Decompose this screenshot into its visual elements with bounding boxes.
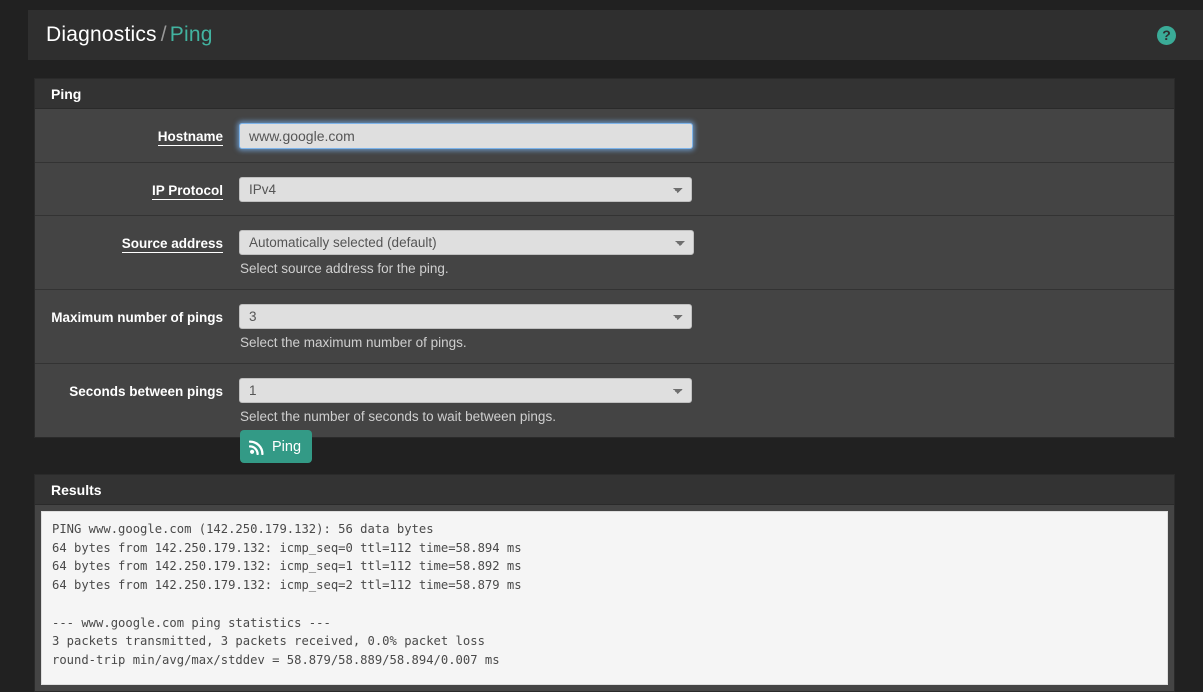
ping-panel-title: Ping	[51, 85, 82, 102]
control-seconds-between-pings: 1 Select the number of seconds to wait b…	[239, 378, 1174, 424]
ping-button-label: Ping	[272, 438, 302, 455]
label-ip-protocol-text: IP Protocol	[151, 183, 223, 200]
form-row-hostname: Hostname	[35, 109, 1174, 163]
results-panel-title: Results	[51, 481, 102, 498]
results-body: PING www.google.com (142.250.179.132): 5…	[35, 505, 1174, 691]
ping-form-panel: Ping Hostname IP Protocol IPv4 Source ad…	[34, 78, 1175, 438]
help-icon[interactable]: ?	[1157, 25, 1176, 45]
label-source-address-text: Source address	[121, 236, 223, 253]
rss-signal-icon	[249, 439, 264, 455]
help-max-pings: Select the maximum number of pings.	[240, 335, 467, 350]
form-row-ip-protocol: IP Protocol IPv4	[35, 163, 1174, 216]
label-hostname-text: Hostname	[157, 129, 223, 146]
help-source-address: Select source address for the ping.	[240, 261, 449, 276]
label-hostname: Hostname	[35, 123, 239, 146]
breadcrumb-current: Ping	[169, 23, 213, 46]
ping-button[interactable]: Ping	[240, 430, 313, 463]
help-seconds-between-pings: Select the number of seconds to wait bet…	[240, 409, 556, 424]
form-row-source-address: Source address Automatically selected (d…	[35, 216, 1174, 290]
control-ip-protocol: IPv4	[239, 177, 1174, 202]
results-panel: Results PING www.google.com (142.250.179…	[34, 474, 1175, 692]
source-address-select[interactable]: Automatically selected (default)	[239, 230, 694, 255]
page-header: Diagnostics / Ping ?	[28, 10, 1203, 60]
ip-protocol-select[interactable]: IPv4	[239, 177, 692, 202]
max-pings-select[interactable]: 3	[239, 304, 692, 329]
results-panel-heading: Results	[35, 475, 1174, 505]
hostname-input[interactable]	[239, 123, 693, 149]
breadcrumb-parent[interactable]: Diagnostics	[46, 23, 157, 46]
label-source-address: Source address	[35, 230, 239, 253]
label-ip-protocol: IP Protocol	[35, 177, 239, 200]
control-source-address: Automatically selected (default) Select …	[239, 230, 1174, 276]
control-max-pings: 3 Select the maximum number of pings.	[239, 304, 1174, 350]
ping-panel-heading: Ping	[35, 79, 1174, 109]
button-area: Ping	[34, 430, 1175, 464]
seconds-between-pings-select[interactable]: 1	[239, 378, 692, 403]
breadcrumb-separator: /	[160, 23, 167, 46]
breadcrumb: Diagnostics / Ping	[46, 23, 213, 47]
form-row-max-pings: Maximum number of pings 3 Select the max…	[35, 290, 1174, 364]
form-row-seconds-between-pings: Seconds between pings 1 Select the numbe…	[35, 364, 1174, 437]
label-max-pings: Maximum number of pings	[51, 310, 223, 325]
ping-output-text[interactable]: PING www.google.com (142.250.179.132): 5…	[41, 511, 1168, 685]
label-seconds-between-pings: Seconds between pings	[69, 384, 223, 399]
control-hostname	[239, 123, 1174, 149]
